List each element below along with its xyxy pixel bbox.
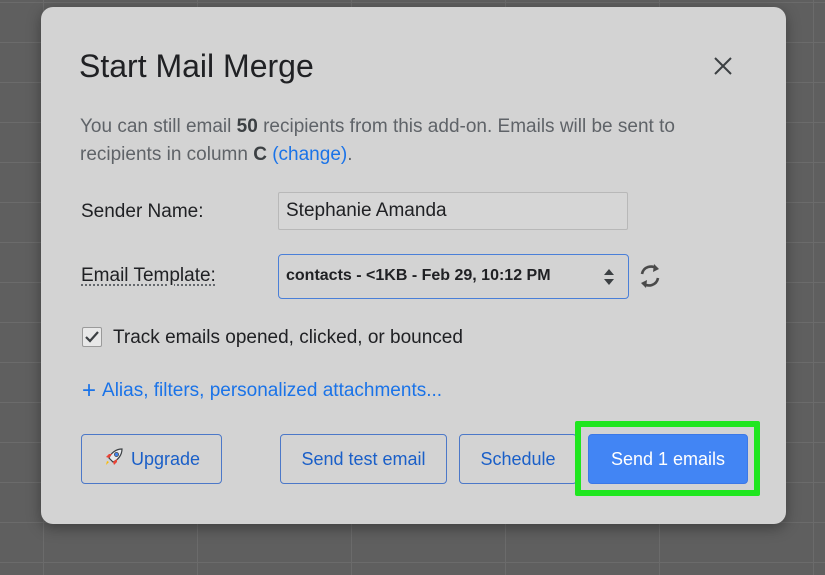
refresh-icon [640, 264, 660, 288]
upgrade-label: Upgrade [130, 448, 201, 469]
mail-merge-dialog: Start Mail Merge You can still email 50 … [41, 7, 786, 524]
send-emails-button[interactable]: Send 1 emails [588, 434, 748, 484]
send-test-email-button[interactable]: Send test email [280, 434, 447, 484]
track-emails-checkbox[interactable] [82, 327, 102, 347]
change-column-link[interactable]: (change) [272, 144, 347, 165]
refresh-button[interactable] [635, 260, 665, 292]
advanced-options-label: Alias, filters, personalized attachments… [102, 380, 443, 401]
checkmark-icon [85, 331, 99, 343]
close-button[interactable] [705, 48, 741, 84]
track-emails-label: Track emails opened, clicked, or bounced [113, 327, 463, 348]
plus-icon: + [82, 377, 97, 404]
rocket-icon [103, 446, 125, 473]
info-text: You can still email 50 recipients from t… [80, 113, 740, 169]
email-template-value: contacts - <1KB - Feb 29, 10:12 PM [286, 267, 551, 284]
schedule-button[interactable]: Schedule [459, 434, 577, 484]
upgrade-button[interactable]: Upgrade [81, 434, 222, 484]
info-part1: You can still email [80, 116, 237, 137]
close-icon [714, 57, 732, 75]
select-arrows-icon [604, 269, 614, 285]
email-template-label: Email Template: [81, 265, 216, 286]
info-end: . [347, 144, 353, 165]
recipient-column: C [253, 144, 267, 165]
sender-name-input[interactable] [278, 192, 628, 230]
recipient-count: 50 [236, 116, 258, 137]
dialog-title: Start Mail Merge [79, 48, 314, 84]
sender-name-label: Sender Name: [81, 201, 204, 222]
advanced-options-link[interactable]: + Alias, filters, personalized attachment… [82, 377, 442, 405]
email-template-select[interactable]: contacts - <1KB - Feb 29, 10:12 PM [278, 254, 629, 299]
